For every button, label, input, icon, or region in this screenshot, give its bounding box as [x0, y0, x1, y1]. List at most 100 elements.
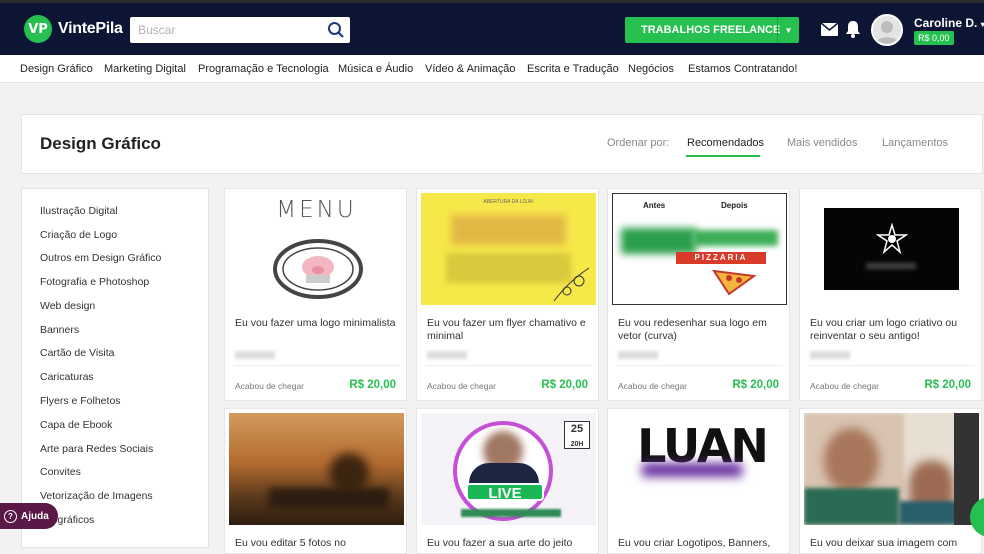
nav-item-design[interactable]: Design Gráfico	[20, 63, 93, 75]
thumb-date: 25	[570, 423, 584, 435]
nav-item-programming[interactable]: Programação e Tecnologia	[198, 63, 329, 75]
new-badge: Acabou de chegar	[235, 381, 304, 391]
nav-item-music[interactable]: Música e Áudio	[338, 63, 413, 75]
gig-title[interactable]: Eu vou fazer um flyer chamativo e minima…	[427, 317, 592, 343]
user-name-text: Caroline D.	[914, 16, 978, 30]
thumb-blurred-area	[642, 463, 742, 477]
sidebar-item[interactable]: Banners	[40, 324, 79, 336]
gig-title[interactable]: Eu vou deixar sua imagem com	[810, 537, 975, 550]
user-name[interactable]: Caroline D. ▾	[914, 16, 984, 30]
sidebar-item[interactable]: Vetorização de Imagens	[40, 490, 153, 502]
seller-name-blurred	[427, 351, 467, 359]
gig-title[interactable]: Eu vou criar um logo criativo ou reinven…	[810, 317, 975, 343]
sidebar-item[interactable]: Caricaturas	[40, 371, 94, 383]
nav-item-marketing[interactable]: Marketing Digital	[104, 63, 186, 75]
sidebar-item[interactable]: Convites	[40, 466, 81, 478]
thumb-before-label: Antes	[643, 201, 666, 210]
gig-card[interactable]: Antes Depois PIZZARIA Eu vou redesenhar …	[607, 188, 790, 401]
card-divider	[616, 365, 783, 366]
gig-card[interactable]: LUAN Eu vou criar Logotipos, Banners,	[607, 408, 790, 554]
sidebar-item[interactable]: Web design	[40, 300, 95, 312]
gig-title[interactable]: Eu vou redesenhar sua logo em vetor (cur…	[618, 317, 783, 343]
gig-title[interactable]: Eu vou criar Logotipos, Banners,	[618, 537, 783, 550]
nav-item-video[interactable]: Vídeo & Animação	[425, 63, 516, 75]
thumb-blurred-area	[451, 215, 566, 245]
gig-thumbnail[interactable]: LUAN	[612, 413, 787, 525]
page-title: Design Gráfico	[40, 134, 161, 153]
seller-name-blurred	[235, 351, 275, 359]
gig-card[interactable]: MENU Eu vou fazer uma logo minimalista A…	[224, 188, 407, 401]
gig-thumbnail[interactable]: LIVE 25 20H	[421, 413, 596, 525]
browser-strip	[0, 0, 984, 3]
new-badge: Acabou de chegar	[618, 381, 687, 391]
sort-tab-new[interactable]: Lançamentos	[882, 137, 948, 149]
gig-thumbnail[interactable]	[229, 413, 404, 525]
pizza-slice-icon	[711, 269, 757, 296]
sort-tab-best-selling[interactable]: Mais vendidos	[787, 137, 857, 149]
gig-title[interactable]: Eu vou editar 5 fotos no	[235, 537, 400, 550]
gig-title[interactable]: Eu vou fazer uma logo minimalista	[235, 317, 400, 330]
card-divider	[808, 365, 975, 366]
sidebar-item[interactable]: Outros em Design Gráfico	[40, 252, 161, 264]
thumb-time: 20H	[570, 441, 584, 448]
thumb-blurred-area	[804, 488, 899, 525]
sort-tab-recommended[interactable]: Recomendados	[687, 137, 764, 149]
gig-card[interactable]: Eu vou criar um logo criativo ou reinven…	[799, 188, 982, 401]
pig-logo-icon	[273, 239, 363, 299]
sidebar-item[interactable]: Arte para Redes Sociais	[40, 443, 153, 455]
thumb-menu-text: MENU	[276, 197, 357, 223]
seller-name-blurred	[810, 351, 850, 359]
mail-icon[interactable]	[821, 23, 838, 36]
thumb-blurred-area	[824, 428, 879, 493]
sidebar-item[interactable]: Criação de Logo	[40, 229, 117, 241]
thumb-black-logo	[824, 208, 959, 290]
star-logo-icon	[876, 223, 908, 255]
thumb-date-box: 25 20H	[564, 421, 590, 449]
nav-item-hiring[interactable]: Estamos Contratando!	[688, 63, 797, 75]
sidebar-item[interactable]: Cartão de Visita	[40, 347, 115, 359]
avatar[interactable]	[871, 14, 903, 46]
gig-price: R$ 20,00	[732, 379, 779, 391]
sidebar-item[interactable]: Fotografia e Photoshop	[40, 276, 149, 288]
thumb-blurred-area	[621, 228, 696, 254]
gig-thumbnail[interactable]: MENU	[229, 193, 404, 305]
sidebar-item[interactable]: Flyers e Folhetos	[40, 395, 121, 407]
thumb-flyer-text: ABERTURA DA LOJA!	[483, 199, 534, 205]
bell-icon[interactable]	[845, 20, 861, 38]
top-header: VP VintePila TRABALHOS FREELANCE ▼ Carol…	[0, 0, 984, 55]
gig-thumbnail[interactable]: ABERTURA DA LOJA!	[421, 193, 596, 305]
gig-thumbnail[interactable]	[804, 193, 979, 305]
thumb-blurred-area	[329, 453, 369, 493]
gig-thumbnail[interactable]	[804, 413, 979, 525]
search-icon[interactable]	[327, 21, 345, 39]
sidebar-item[interactable]: Capa de Ebook	[40, 419, 112, 431]
page-header: Design Gráfico Ordenar por: Recomendados…	[21, 114, 983, 174]
gig-card[interactable]: Eu vou editar 5 fotos no	[224, 408, 407, 554]
category-nav: Design Gráfico Marketing Digital Program…	[0, 55, 984, 83]
gig-title[interactable]: Eu vou fazer a sua arte do jeito	[427, 537, 592, 550]
thumb-after-label: Depois	[721, 201, 748, 210]
logo-icon[interactable]: VP	[24, 15, 52, 43]
gig-price: R$ 20,00	[924, 379, 971, 391]
thumb-live-badge: LIVE	[466, 483, 544, 502]
dropdown-caret-icon[interactable]: ▼	[777, 17, 799, 43]
gig-card[interactable]: LIVE 25 20H Eu vou fazer a sua arte do je…	[416, 408, 599, 554]
gig-thumbnail[interactable]: Antes Depois PIZZARIA	[612, 193, 787, 305]
gig-price: R$ 20,00	[541, 379, 588, 391]
freelance-jobs-button[interactable]: TRABALHOS FREELANCE ▼	[625, 17, 799, 43]
gig-card[interactable]: Eu vou deixar sua imagem com	[799, 408, 982, 554]
thumb-blurred-area	[269, 488, 389, 508]
nav-item-business[interactable]: Negócios	[628, 63, 674, 75]
help-button[interactable]: ? Ajuda	[0, 503, 58, 529]
logo-text[interactable]: VintePila	[58, 20, 123, 38]
gig-card[interactable]: ABERTURA DA LOJA! Eu vou fazer um flyer …	[416, 188, 599, 401]
gig-price: R$ 20,00	[349, 379, 396, 391]
help-label: Ajuda	[21, 510, 49, 522]
subcategory-sidebar: Ilustração Digital Criação de Logo Outro…	[21, 188, 209, 548]
freelance-jobs-label: TRABALHOS FREELANCE	[641, 24, 781, 36]
nav-item-writing[interactable]: Escrita e Tradução	[527, 63, 619, 75]
search-input[interactable]	[130, 17, 350, 43]
sidebar-item[interactable]: Ilustração Digital	[40, 205, 118, 217]
sort-label: Ordenar por:	[607, 137, 670, 149]
flower-decoration-icon	[553, 267, 590, 302]
